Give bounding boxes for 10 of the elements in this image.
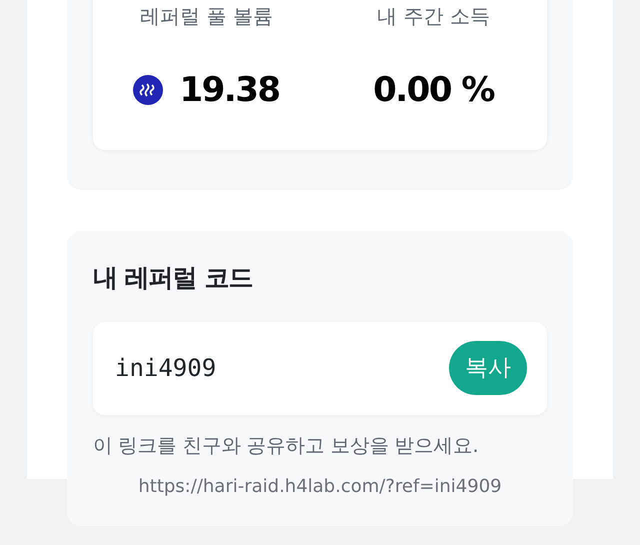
- stat-label: 내 주간 소득: [377, 3, 490, 30]
- referral-link[interactable]: https://hari-raid.h4lab.com/?ref=ini4909: [93, 474, 547, 500]
- copy-button[interactable]: 복사: [449, 341, 527, 395]
- stat-label: 레퍼럴 풀 볼륨: [140, 3, 273, 30]
- coin-icon: [133, 75, 164, 105]
- section-title: 내 레퍼럴 코드: [93, 262, 254, 294]
- description-text: 이 링크를 친구와 공유하고 보상을 받으세요.: [93, 433, 480, 459]
- stat-value: 0.00 %: [373, 69, 494, 112]
- referral-code: ini4909: [115, 353, 216, 384]
- stat-value: 19.38: [179, 69, 280, 112]
